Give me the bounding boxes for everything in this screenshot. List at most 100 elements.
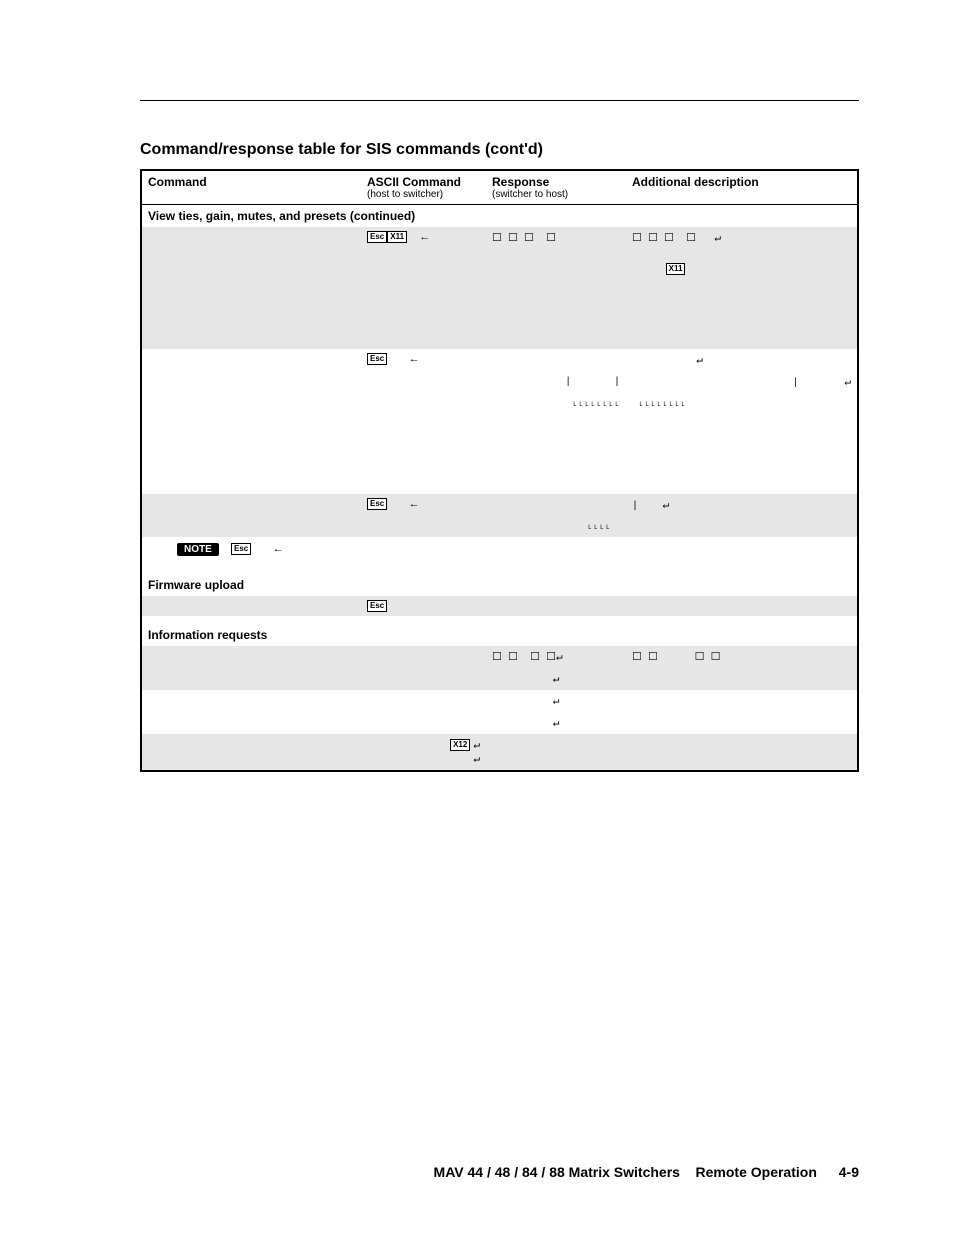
cell-blank [626,690,858,712]
table-row [141,289,858,349]
cell-blank [626,596,858,616]
table-row: ↵ [141,712,858,734]
subhead-info-label: Information requests [141,624,626,646]
cell-additional: ☐ ☐ ☐ ☐ [626,646,858,668]
cell-blank [361,249,486,289]
cell-ascii: Esc [361,596,486,616]
cell-additional: | ↵ [626,494,858,516]
box-icon: ☐ [492,232,502,244]
table-row: ☐ ☐ ☐ ☐↵ ☐ ☐ ☐ ☐ [141,646,858,668]
cell-blank [361,646,486,668]
cell-response: ☐ ☐ ☐ ☐ [486,227,626,249]
box-icon: ☐ [632,651,642,663]
cell-blank [141,712,361,734]
tally-icon: ˪˪˪˪˪˪˪˪ [572,399,620,410]
arrow-left-icon: ← [419,231,430,243]
cell-blank [141,249,361,289]
cell-blank [141,371,361,393]
spacer [141,616,858,624]
box-icon: ☐ [648,651,658,663]
arrow-left-icon: ← [409,498,420,510]
footer-page-number: 4-9 [839,1164,859,1180]
box-icon: ☐ [711,651,721,663]
cell-blank [141,289,361,349]
box-icon: ☐ [530,651,540,663]
note-row: NOTE Esc ← [141,537,858,566]
arrow-left-icon: ← [409,353,420,365]
th-additional: Additional description [626,170,858,205]
subhead-firmware: Firmware upload [141,574,858,596]
cell-blank [486,734,626,771]
esc-keycap: Esc [367,498,387,510]
table-row: X12 ↵ ↵ [141,734,858,771]
cell-ascii: X12 ↵ ↵ [361,734,486,771]
cell-response: ↵ [486,690,626,712]
cell-ascii: EscX11 ← [361,227,486,249]
th-response-label: Response [492,175,549,189]
subhead-view-ties: View ties, gain, mutes, and presets (con… [141,205,858,228]
cell-blank [361,393,486,414]
cell-additional: X11 [626,249,858,289]
vbar-icon: | [614,377,620,388]
x12-keycap: X12 [450,739,470,751]
cell-blank [141,349,361,371]
cell-blank [626,205,858,228]
box-icon: ☐ [546,232,556,244]
cell-ascii: Esc ← [361,349,486,371]
x11-keycap: X11 [387,231,407,243]
enter-icon: ↵ [473,754,480,766]
cell-ascii: Esc ← [361,494,486,516]
table-row: ↵ [141,668,858,690]
cell-blank [141,646,361,668]
cell-blank [141,414,361,494]
cell-additional: ☐ ☐ ☐ ☐ ↵ [626,227,858,249]
cell-blank [361,289,486,349]
table-row: Esc [141,596,858,616]
cell-blank [141,393,361,414]
footer-section: Remote Operation [696,1164,817,1180]
cell-command [141,227,361,249]
page: Command/response table for SIS commands … [0,0,954,1235]
vbar-icon: | [793,378,799,389]
th-response: Response (switcher to host) [486,170,626,205]
box-icon: ☐ [664,232,674,244]
cell-blank [141,690,361,712]
cell-blank [141,734,361,771]
th-command: Command [141,170,361,205]
cell-blank [486,596,626,616]
cell-blank [486,537,626,566]
subhead-info: Information requests [141,624,858,646]
table-row: | | | ↵ [141,371,858,393]
page-footer: MAV 44 / 48 / 84 / 88 Matrix Switchers R… [140,1164,859,1180]
cell-blank [141,668,361,690]
cell-blank [361,712,486,734]
cell-blank [626,734,858,771]
cell-additional: | ↵ [626,371,858,393]
cell-blank [626,712,858,734]
vbar-icon: | [565,377,571,388]
cell-response: ˪˪˪˪˪˪˪˪ [486,393,626,414]
th-ascii-label: ASCII Command [367,175,461,189]
table-row: X11 [141,249,858,289]
subhead-view-ties-label: View ties, gain, mutes, and presets (con… [141,205,626,228]
table-row: ↵ [141,690,858,712]
enter-icon: ↵ [553,696,560,708]
box-icon: ☐ [686,232,696,244]
enter-icon: ↵ [473,740,480,752]
th-ascii: ASCII Command (host to switcher) [361,170,486,205]
cell-blank [141,516,361,537]
box-icon: ☐ [508,232,518,244]
top-rule [140,100,859,101]
cell-response: | | [486,371,626,393]
cell-response: ↵ [486,712,626,734]
cell-blank [486,289,626,349]
enter-icon: ↵ [844,377,851,389]
table-row: Esc ← | ↵ [141,494,858,516]
tally-icon: ˪˪˪˪˪˪˪˪ [638,399,686,410]
table-row: Esc ← ↵ [141,349,858,371]
box-icon: ☐ [524,232,534,244]
section-title: Command/response table for SIS commands … [140,141,859,159]
cell-blank [626,624,858,646]
enter-icon: ↵ [714,233,721,245]
esc-keycap: Esc [367,231,387,243]
